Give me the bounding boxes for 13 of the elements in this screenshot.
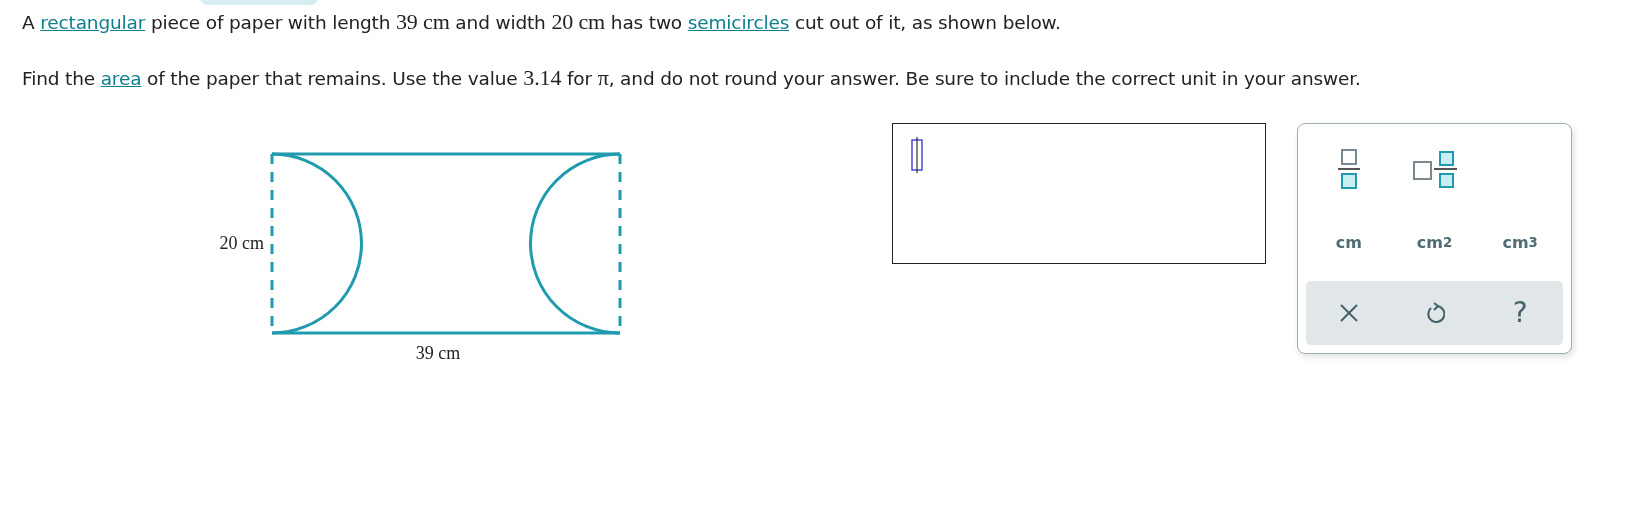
- unit-button[interactable]: cm: [1306, 214, 1392, 271]
- close-icon: [1338, 302, 1359, 323]
- glossary-link[interactable]: semicircles: [687, 12, 790, 33]
- mixed-number-icon: [1412, 150, 1458, 191]
- question-text: A rectangular piece of paper with length 39 cm and width 20 cm has two semicircles cut out of it, as shown below.: [22, 10, 1062, 35]
- glossary-link[interactable]: rectangular: [40, 12, 146, 33]
- question-text: Find the area of the paper that remains. Use the value 3.14 for π, and do not round your answer. Be sure to include the correct unit in your answer.: [22, 66, 1362, 91]
- glossary-link[interactable]: area: [100, 68, 142, 89]
- cursor-icon: [909, 136, 925, 174]
- length-label: 39 cm: [415, 343, 461, 363]
- width-label: 20 cm: [219, 233, 264, 253]
- answer-field[interactable]: [892, 123, 1266, 264]
- undo-icon: [1424, 301, 1445, 324]
